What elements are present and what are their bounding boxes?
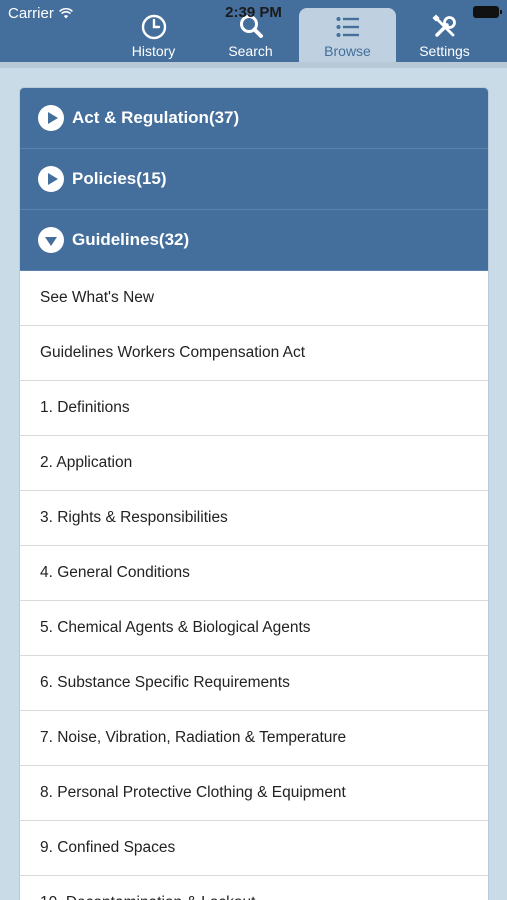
list-item[interactable]: 3. Rights & Responsibilities <box>20 491 488 546</box>
list-item[interactable]: 6. Substance Specific Requirements <box>20 656 488 711</box>
list-item[interactable]: 9. Confined Spaces <box>20 821 488 876</box>
list-item[interactable]: See What's New <box>20 271 488 326</box>
section-title: Act & Regulation(37) <box>72 108 240 127</box>
tab-settings-label: Settings <box>419 43 470 59</box>
status-time: 2:39 PM <box>225 4 282 21</box>
tab-search-label: Search <box>228 43 273 59</box>
list-item[interactable]: 10. Decontamination & Lockout <box>20 876 488 900</box>
list-item[interactable]: 8. Personal Protective Clothing & Equipm… <box>20 766 488 821</box>
app-screen: Carrier 2:39 PM History Search Browse Se… <box>0 0 507 900</box>
browse-accordion: Act & Regulation(37) Policies(15) Guidel… <box>20 88 488 900</box>
tab-browse-label: Browse <box>324 43 371 59</box>
list-item[interactable]: Guidelines Workers Compensation Act <box>20 326 488 381</box>
tab-history-label: History <box>131 43 176 59</box>
section-act-regulation[interactable]: Act & Regulation(37) <box>20 88 488 149</box>
list-item[interactable]: 4. General Conditions <box>20 546 488 601</box>
section-title: Guidelines(32) <box>72 230 190 249</box>
section-policies[interactable]: Policies(15) <box>20 149 488 210</box>
top-tab-bar: Carrier 2:39 PM History Search Browse Se… <box>0 0 507 62</box>
list-item[interactable]: 7. Noise, Vibration, Radiation & Tempera… <box>20 711 488 766</box>
list-item[interactable]: 2. Application <box>20 436 488 491</box>
section-title: Policies(15) <box>72 169 167 188</box>
topbar-divider <box>0 62 507 68</box>
list-item[interactable]: 1. Definitions <box>20 381 488 436</box>
collapse-arrow-icon <box>38 227 64 253</box>
battery-icon <box>473 6 502 18</box>
list-item[interactable]: 5. Chemical Agents & Biological Agents <box>20 601 488 656</box>
section-guidelines[interactable]: Guidelines(32) <box>20 210 488 271</box>
expand-play-icon <box>38 105 64 131</box>
expand-play-icon <box>38 166 64 192</box>
